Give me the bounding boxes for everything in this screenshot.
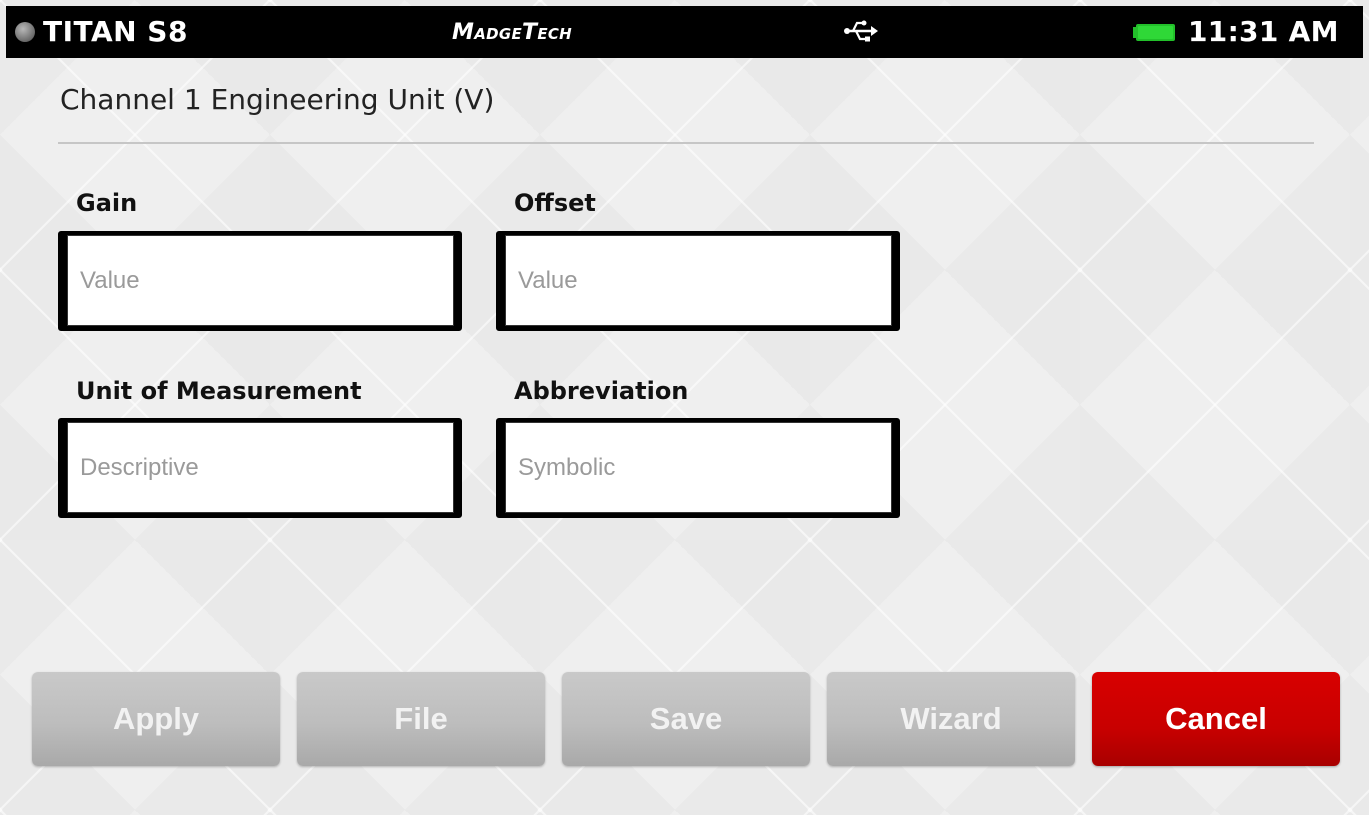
status-bar: TITAN S8 MadgeTech 11:31 AM	[6, 6, 1363, 58]
unit-field[interactable]	[58, 418, 462, 518]
abbreviation-label: Abbreviation	[514, 377, 689, 405]
unit-input[interactable]	[67, 422, 454, 513]
offset-input[interactable]	[505, 235, 892, 326]
clock: 11:31 AM	[1188, 15, 1339, 48]
battery-icon	[1133, 24, 1175, 41]
offset-label: Offset	[514, 189, 596, 217]
gain-label: Gain	[76, 189, 138, 217]
brand-logo: MadgeTech	[452, 20, 573, 45]
offset-field[interactable]	[496, 231, 900, 331]
device-name: TITAN S8	[43, 15, 188, 48]
save-button[interactable]: Save	[562, 672, 810, 766]
status-indicator-icon	[15, 22, 35, 42]
page-title: Channel 1 Engineering Unit (V)	[60, 83, 495, 116]
unit-label: Unit of Measurement	[76, 377, 362, 405]
gain-field[interactable]	[58, 231, 462, 331]
abbreviation-field[interactable]	[496, 418, 900, 518]
file-button[interactable]: File	[297, 672, 545, 766]
apply-button[interactable]: Apply	[32, 672, 280, 766]
cancel-button[interactable]: Cancel	[1092, 672, 1340, 766]
wizard-button[interactable]: Wizard	[827, 672, 1075, 766]
title-divider	[58, 142, 1314, 144]
abbreviation-input[interactable]	[505, 422, 892, 513]
usb-icon	[844, 20, 878, 42]
gain-input[interactable]	[67, 235, 454, 326]
